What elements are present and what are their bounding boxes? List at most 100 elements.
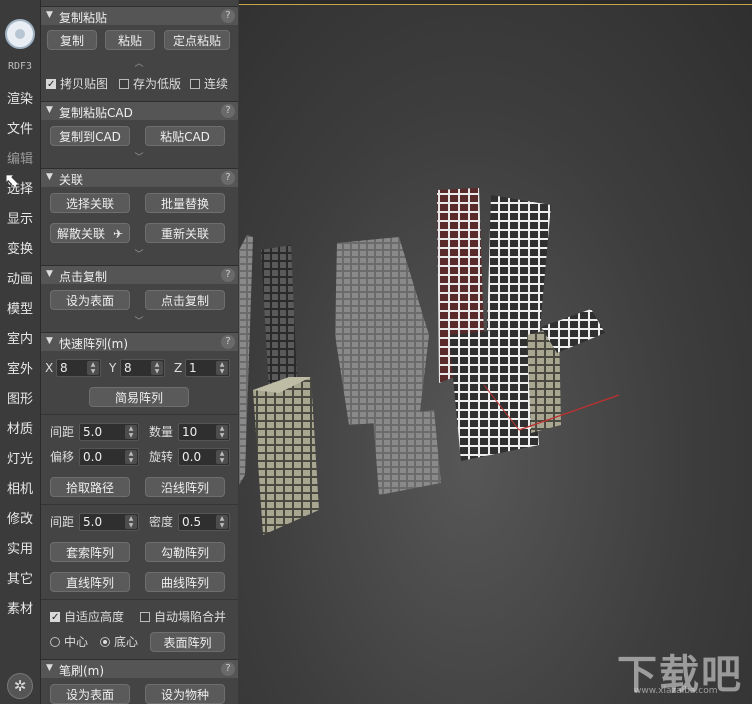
sidebar-item-material[interactable]: 材质: [0, 418, 40, 437]
x-count-spinner[interactable]: 8 ▲ ▼: [56, 359, 101, 377]
settings-gear-icon[interactable]: ✲: [7, 673, 33, 699]
section-header-brush[interactable]: ▼ 笔刷(m) ?: [41, 659, 238, 678]
section-title: 快速阵列(m): [59, 337, 129, 351]
density-value: 0.5: [182, 515, 202, 529]
sidebar-item-shape[interactable]: 图形: [0, 388, 40, 407]
rotate-spinner[interactable]: 0.0 ▲ ▼: [178, 448, 230, 466]
set-surface-button[interactable]: 设为表面: [50, 290, 130, 310]
spacing-spinner[interactable]: 5.0 ▲ ▼: [79, 423, 139, 441]
left-toolbar: RDF3 渲染 文件 编辑 选择 显示 变换 动画 模型 室内 室外 图形 材质…: [0, 0, 41, 704]
help-icon[interactable]: ?: [221, 268, 235, 282]
outline-array-button[interactable]: 勾勒阵列: [145, 542, 225, 562]
mouse-cursor-icon: ⬉: [4, 170, 20, 191]
divider: [41, 599, 238, 600]
offset-spinner[interactable]: 0.0 ▲ ▼: [79, 448, 139, 466]
line-array-button[interactable]: 直线阵列: [50, 572, 130, 592]
continuous-label: 连续: [204, 77, 229, 91]
section-header-copy-paste[interactable]: ▼ 复制粘贴 ?: [41, 6, 238, 25]
spinner-arrows-icon[interactable]: ▲ ▼: [216, 450, 228, 464]
bottom-center-radio[interactable]: 底心: [100, 634, 138, 650]
spinner-arrows-icon[interactable]: ▲ ▼: [125, 515, 137, 529]
curve-array-button[interactable]: 曲线阵列: [145, 572, 225, 592]
spinner-arrows-icon[interactable]: ▲ ▼: [216, 425, 228, 439]
slim-tower: [261, 245, 297, 390]
copy-map-checkbox[interactable]: 拷贝贴图: [46, 76, 108, 93]
lasso-spacing-spinner[interactable]: 5.0 ▲ ▼: [79, 513, 139, 531]
collapse-chevron-icon[interactable]: ︿: [129, 56, 149, 69]
help-icon[interactable]: ?: [221, 104, 235, 118]
lasso-array-button[interactable]: 套索阵列: [50, 542, 130, 562]
help-icon[interactable]: ?: [221, 171, 235, 185]
spinner-arrows-icon[interactable]: ▲ ▼: [87, 361, 99, 375]
help-icon[interactable]: ?: [221, 662, 235, 676]
expand-chevron-icon[interactable]: ﹀: [129, 314, 149, 327]
small-cube-building: [373, 410, 441, 495]
z-count-spinner[interactable]: 1 ▲ ▼: [185, 359, 230, 377]
sidebar-item-modify[interactable]: 修改: [0, 508, 40, 527]
center-radio[interactable]: 中心: [50, 634, 88, 650]
sidebar-item-assets[interactable]: 素材: [0, 598, 40, 617]
paste-button[interactable]: 粘贴: [105, 30, 155, 50]
click-copy-button[interactable]: 点击复制: [145, 290, 225, 310]
3d-viewport[interactable]: 下载吧 www.xiazaiba.com: [239, 5, 752, 704]
count-spinner[interactable]: 10 ▲ ▼: [178, 423, 230, 441]
spinner-arrows-icon[interactable]: ▲ ▼: [151, 361, 163, 375]
brush-set-species-button[interactable]: 设为物种: [145, 684, 225, 704]
section-header-copy-paste-cad[interactable]: ▼ 复制粘贴CAD ?: [41, 101, 238, 120]
surface-array-button[interactable]: 表面阵列: [150, 632, 225, 652]
section-header-click-copy[interactable]: ▼ 点击复制 ?: [41, 265, 238, 284]
density-spinner[interactable]: 0.5 ▲ ▼: [178, 513, 230, 531]
spinner-arrows-icon[interactable]: ▲ ▼: [125, 425, 137, 439]
watermark-url: www.xiazaiba.com: [634, 686, 718, 696]
collapse-arrow-icon: ▼: [46, 336, 53, 346]
copy-button[interactable]: 复制: [47, 30, 97, 50]
divider: [41, 414, 238, 415]
section-header-link[interactable]: ▼ 关联 ?: [41, 168, 238, 187]
relink-button[interactable]: 重新关联: [145, 223, 225, 243]
section-title: 复制粘贴CAD: [59, 106, 133, 120]
help-icon[interactable]: ?: [221, 335, 235, 349]
copy-to-cad-button[interactable]: 复制到CAD: [50, 126, 130, 146]
sidebar-item-interior[interactable]: 室内: [0, 328, 40, 347]
density-label: 密度: [149, 515, 174, 529]
auto-merge-checkbox[interactable]: 自动塌陷合并: [140, 609, 226, 625]
unlink-button[interactable]: 解散关联 ✈: [50, 223, 130, 243]
expand-chevron-icon[interactable]: ﹀: [129, 150, 149, 163]
z-count-value: 1: [189, 361, 197, 375]
select-link-button[interactable]: 选择关联: [50, 193, 130, 213]
help-icon[interactable]: ?: [221, 9, 235, 23]
spinner-arrows-icon[interactable]: ▲ ▼: [216, 361, 228, 375]
paste-cad-button[interactable]: 粘贴CAD: [145, 126, 225, 146]
sidebar-item-display[interactable]: 显示: [0, 208, 40, 227]
along-line-array-button[interactable]: 沿线阵列: [145, 477, 225, 497]
divider: [41, 504, 238, 505]
brush-set-surface-button[interactable]: 设为表面: [50, 684, 130, 704]
sidebar-item-exterior[interactable]: 室外: [0, 358, 40, 377]
adaptive-height-checkbox[interactable]: 自适应高度: [50, 609, 124, 626]
spinner-arrows-icon[interactable]: ▲ ▼: [216, 515, 228, 529]
spacing-label: 间距: [50, 425, 75, 439]
sidebar-item-utility[interactable]: 实用: [0, 538, 40, 557]
sidebar-item-file[interactable]: 文件: [0, 118, 40, 137]
spinner-arrows-icon[interactable]: ▲ ▼: [125, 450, 137, 464]
sidebar-item-animation[interactable]: 动画: [0, 268, 40, 287]
expand-chevron-icon[interactable]: ﹀: [129, 247, 149, 260]
save-low-version-checkbox[interactable]: 存为低版: [119, 76, 181, 92]
simple-array-button[interactable]: 简易阵列: [89, 387, 189, 407]
sidebar-item-transform[interactable]: 变换: [0, 238, 40, 257]
count-label: 数量: [149, 425, 174, 439]
app-logo-icon[interactable]: [5, 19, 35, 49]
sidebar-item-other[interactable]: 其它: [0, 568, 40, 587]
auto-merge-label: 自动塌陷合并: [154, 610, 227, 624]
fixed-paste-button[interactable]: 定点粘贴: [164, 30, 230, 50]
continuous-checkbox[interactable]: 连续: [190, 76, 228, 92]
sidebar-item-edit[interactable]: 编辑: [0, 148, 40, 167]
section-header-quick-array[interactable]: ▼ 快速阵列(m) ?: [41, 332, 238, 351]
batch-replace-button[interactable]: 批量替换: [145, 193, 225, 213]
pick-path-button[interactable]: 拾取路径: [50, 477, 130, 497]
sidebar-item-light[interactable]: 灯光: [0, 448, 40, 467]
sidebar-item-model[interactable]: 模型: [0, 298, 40, 317]
y-count-spinner[interactable]: 8 ▲ ▼: [120, 359, 165, 377]
sidebar-item-render[interactable]: 渲染: [0, 88, 40, 107]
sidebar-item-camera[interactable]: 相机: [0, 478, 40, 497]
